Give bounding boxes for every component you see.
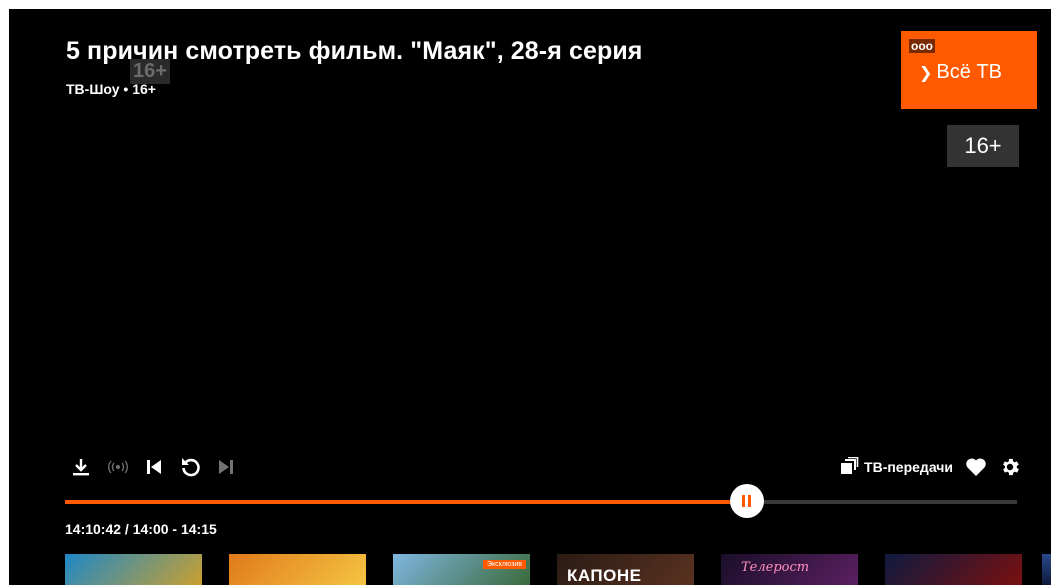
tv-shows-button[interactable]: ТВ-передачи: [839, 456, 953, 478]
pause-button[interactable]: [729, 484, 764, 518]
related-videos-row: Эксклюзив КАПОНЕ Телерост: [65, 554, 1022, 585]
replay-icon[interactable]: [179, 456, 201, 478]
video-title: 5 причин смотреть фильм. "Маяк", 28-я се…: [66, 37, 643, 65]
exclusive-badge: Эксклюзив: [483, 560, 526, 569]
related-video-thumbnail[interactable]: [229, 554, 366, 585]
video-subtitle: ТВ-Шоу • 16+: [66, 81, 156, 97]
related-video-thumbnail-partial[interactable]: [1042, 554, 1051, 585]
skip-next-icon[interactable]: [217, 458, 235, 476]
thumbnail-title-text: КАПОНЕ: [567, 566, 642, 585]
playback-controls: [71, 455, 235, 479]
age-rating-badge: 16+: [947, 125, 1019, 167]
related-video-thumbnail[interactable]: Эксклюзив: [393, 554, 530, 585]
player-actions: ТВ-передачи: [839, 455, 1021, 479]
live-icon[interactable]: [107, 460, 129, 474]
seek-bar[interactable]: [65, 484, 1017, 518]
related-video-thumbnail[interactable]: [885, 554, 1022, 585]
favorite-heart-icon[interactable]: [965, 457, 987, 477]
channel-name: Всё ТВ: [936, 61, 1002, 83]
channel-logo: ооо ❯ Всё ТВ: [901, 31, 1037, 109]
episodes-list-icon: [839, 456, 859, 478]
time-readout: 14:10:42 / 14:00 - 14:15: [65, 521, 217, 537]
tv-shows-label: ТВ-передачи: [864, 459, 953, 475]
skip-previous-icon[interactable]: [145, 458, 163, 476]
video-player[interactable]: 16+ 5 причин смотреть фильм. "Маяк", 28-…: [9, 9, 1051, 585]
pause-icon-bar: [748, 495, 752, 507]
channel-logo-dots: ооо: [909, 39, 935, 53]
related-video-thumbnail[interactable]: КАПОНЕ: [557, 554, 694, 585]
channel-logo-name-wrap: ❯ Всё ТВ: [919, 61, 1002, 84]
thumbnail-title-text: Телерост: [741, 560, 810, 575]
download-icon[interactable]: [71, 457, 91, 477]
seek-bar-progress: [65, 500, 747, 504]
pause-icon-bar: [742, 495, 746, 507]
related-video-thumbnail[interactable]: [65, 554, 202, 585]
chevron-right-icon: ❯: [919, 65, 933, 82]
related-video-thumbnail[interactable]: Телерост: [721, 554, 858, 585]
settings-gear-icon[interactable]: [999, 456, 1021, 478]
